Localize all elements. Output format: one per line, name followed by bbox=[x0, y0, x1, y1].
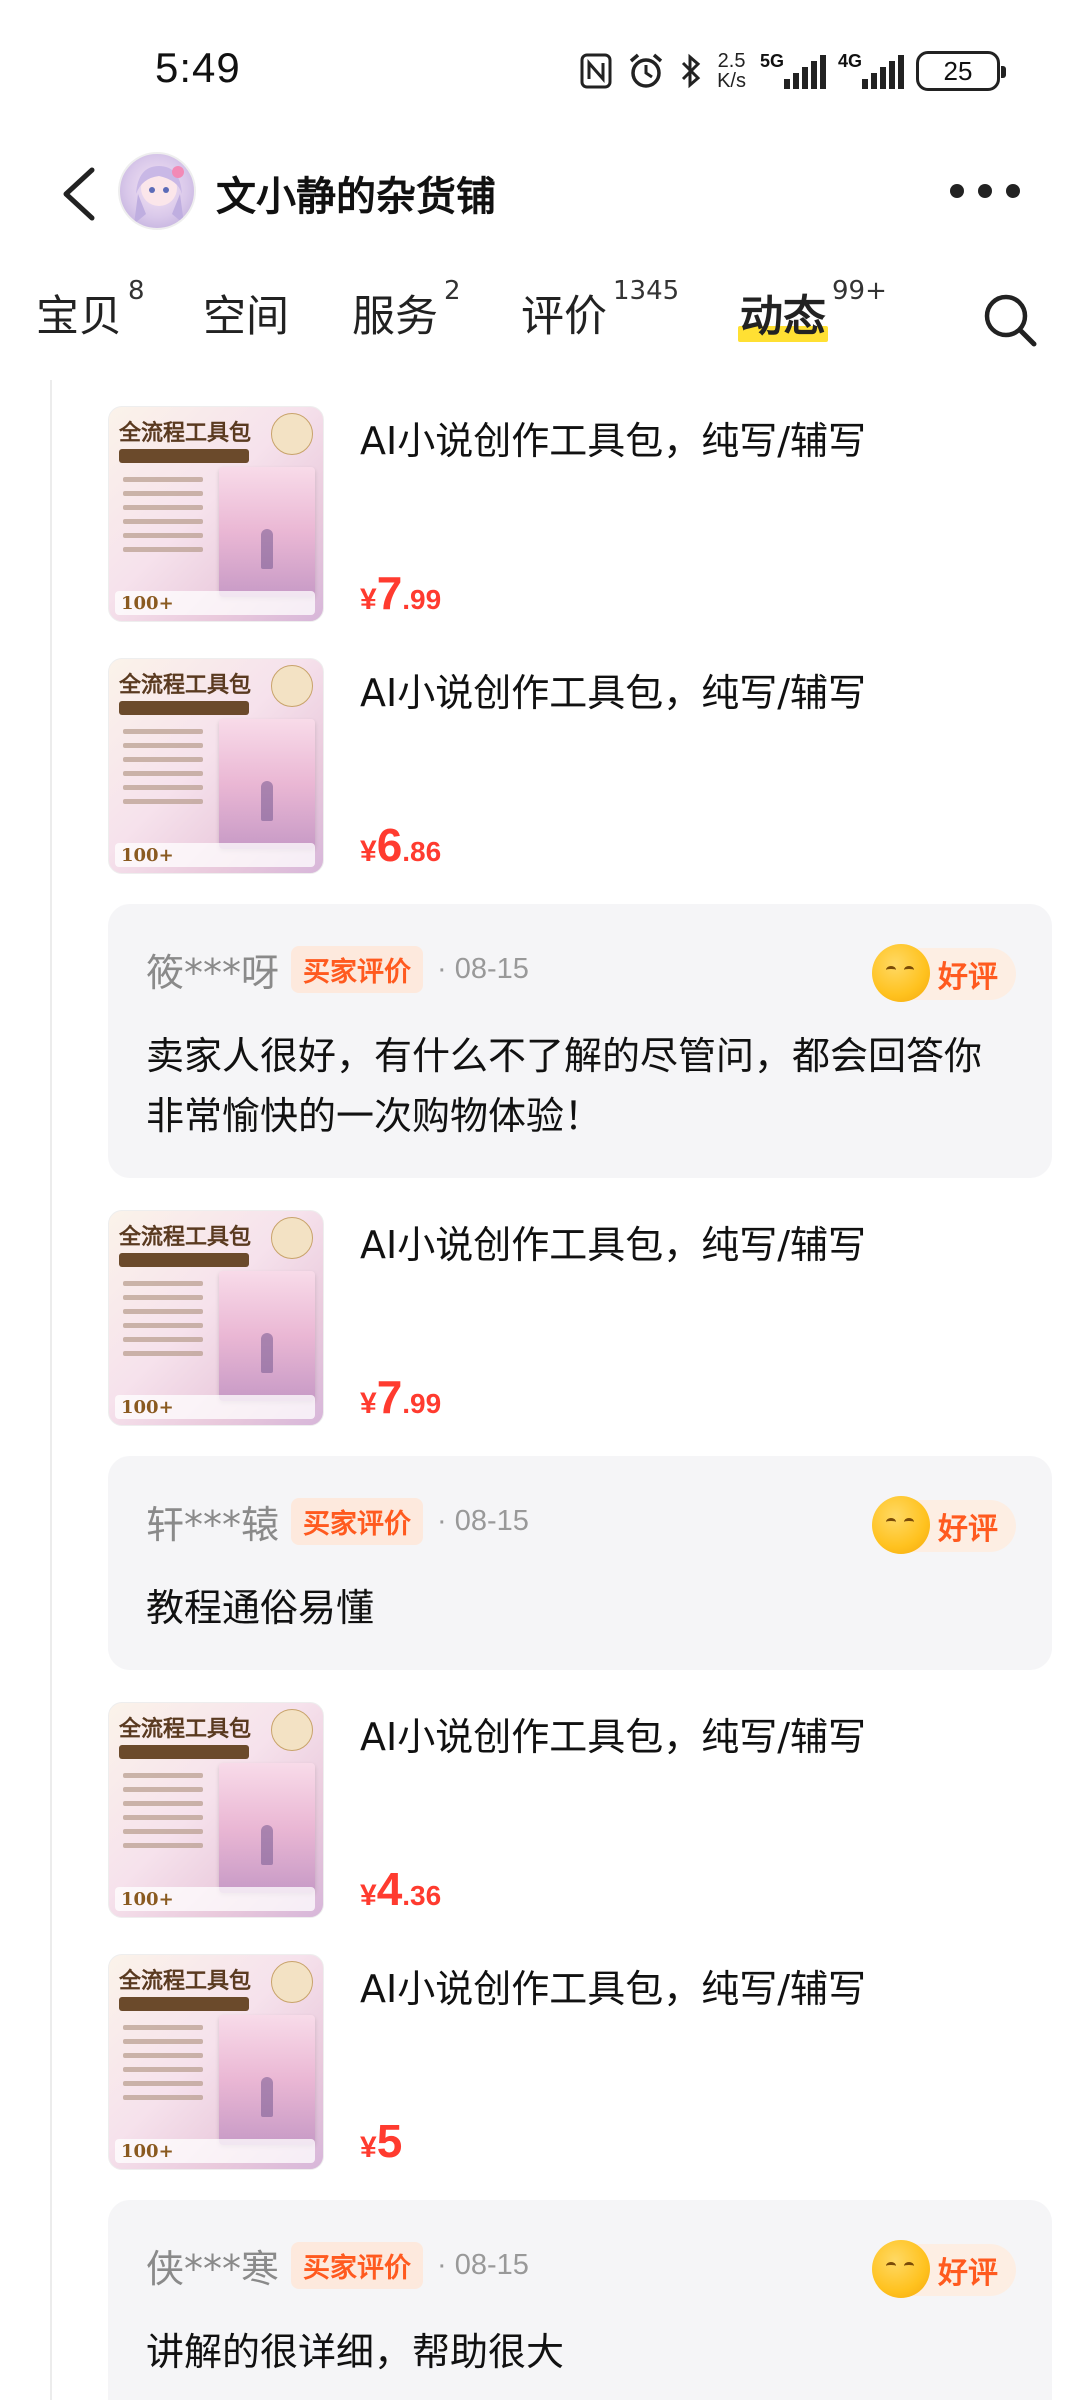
review-username: 侠***寒 bbox=[146, 2246, 280, 2291]
tab-count: 99+ bbox=[832, 276, 887, 306]
book-cover-illustration bbox=[219, 719, 315, 849]
tab-count: 8 bbox=[128, 276, 145, 306]
battery-icon: 25 bbox=[916, 51, 1006, 91]
rating-badge: 好评 bbox=[872, 2240, 1016, 2298]
book-cover-illustration bbox=[219, 1271, 315, 1401]
product-title[interactable]: AI小说创作工具包，纯写/辅写 bbox=[360, 662, 866, 717]
badge-seal-icon bbox=[271, 413, 313, 455]
dot-icon bbox=[950, 184, 964, 198]
product-card[interactable]: 全流程工具包 100+ AI小说创作工具包，纯写/辅写 ¥5 bbox=[108, 1954, 1048, 2172]
product-price: ¥7.99 bbox=[360, 567, 442, 619]
rating-badge: 好评 bbox=[872, 944, 1016, 1002]
tab-service[interactable]: 服务2 bbox=[352, 276, 461, 344]
signal-5g-icon: 5G bbox=[760, 51, 826, 91]
book-cover-illustration bbox=[219, 467, 315, 597]
product-thumbnail[interactable]: 全流程工具包 100+ bbox=[108, 1210, 324, 1426]
badge-seal-icon bbox=[271, 1961, 313, 2003]
product-title[interactable]: AI小说创作工具包，纯写/辅写 bbox=[360, 410, 866, 465]
review-card[interactable]: 轩***辕 买家评价 · 08-15 好评 教程通俗易懂 bbox=[108, 1456, 1052, 1670]
dot-icon bbox=[978, 184, 992, 198]
product-price: ¥4.36 bbox=[360, 1863, 442, 1915]
tab-dynamics[interactable]: 动态99+ bbox=[738, 276, 887, 344]
review-card[interactable]: 侠***寒 买家评价 · 08-15 好评 讲解的很详细，帮助很大 bbox=[108, 2200, 1052, 2400]
more-options-button[interactable] bbox=[950, 176, 1020, 206]
product-price: ¥6.86 bbox=[360, 819, 442, 871]
tab-space[interactable]: 空间 bbox=[203, 282, 289, 344]
search-icon bbox=[984, 294, 1037, 347]
rating-badge: 好评 bbox=[872, 1496, 1016, 1554]
review-header: 轩***辕 买家评价 · 08-15 bbox=[146, 1496, 529, 1547]
smile-emoji-icon bbox=[872, 944, 930, 1002]
review-header: 侠***寒 买家评价 · 08-15 bbox=[146, 2240, 529, 2291]
badge-seal-icon bbox=[271, 665, 313, 707]
book-cover-illustration bbox=[219, 2015, 315, 2145]
product-card[interactable]: 全流程工具包 100+ AI小说创作工具包，纯写/辅写 ¥7.99 bbox=[108, 1210, 1048, 1428]
product-price: ¥7.99 bbox=[360, 1371, 442, 1423]
review-date: · 08-15 bbox=[437, 952, 529, 985]
product-card[interactable]: 全流程工具包 100+ AI小说创作工具包，纯写/辅写 ¥6.86 bbox=[108, 658, 1048, 876]
back-button[interactable] bbox=[52, 162, 112, 226]
avatar-illustration bbox=[134, 166, 184, 224]
product-title[interactable]: AI小说创作工具包，纯写/辅写 bbox=[360, 1958, 866, 2013]
buyer-review-tag: 买家评价 bbox=[291, 2241, 424, 2289]
product-thumbnail[interactable]: 全流程工具包 100+ bbox=[108, 658, 324, 874]
tab-count: 1345 bbox=[613, 276, 680, 306]
smile-emoji-icon bbox=[872, 1496, 930, 1554]
review-username: 筱***呀 bbox=[146, 950, 280, 995]
review-date: · 08-15 bbox=[437, 1504, 529, 1537]
buyer-review-tag: 买家评价 bbox=[291, 945, 424, 993]
search-button[interactable] bbox=[980, 290, 1040, 350]
review-card[interactable]: 筱***呀 买家评价 · 08-15 好评 卖家人很好，有什么不了解的尽管问，都… bbox=[108, 904, 1052, 1178]
smile-emoji-icon bbox=[872, 2240, 930, 2298]
chevron-left-icon bbox=[63, 167, 95, 221]
tab-reviews[interactable]: 评价1345 bbox=[521, 276, 679, 344]
status-icons: 2.5 K/s 5G 4G 25 bbox=[579, 48, 1006, 94]
tab-baobei[interactable]: 宝贝8 bbox=[36, 276, 145, 344]
product-card[interactable]: 全流程工具包 100+ AI小说创作工具包，纯写/辅写 ¥7.99 bbox=[108, 406, 1048, 624]
review-text: 卖家人很好，有什么不了解的尽管问，都会回答你 非常愉快的一次购物体验！ bbox=[146, 1034, 983, 1138]
badge-seal-icon bbox=[271, 1217, 313, 1259]
shop-tabs: 宝贝8 空间 服务2 评价1345 动态99+ bbox=[0, 270, 1080, 370]
product-title[interactable]: AI小说创作工具包，纯写/辅写 bbox=[360, 1706, 866, 1761]
review-header: 筱***呀 买家评价 · 08-15 bbox=[146, 944, 529, 995]
review-username: 轩***辕 bbox=[146, 1502, 280, 1547]
review-text: 教程通俗易懂 bbox=[146, 1586, 375, 1630]
product-card[interactable]: 全流程工具包 100+ AI小说创作工具包，纯写/辅写 ¥4.36 bbox=[108, 1702, 1048, 1920]
product-thumbnail[interactable]: 全流程工具包 100+ bbox=[108, 1702, 324, 1918]
alarm-icon bbox=[629, 53, 663, 88]
product-price: ¥5 bbox=[360, 2115, 403, 2167]
tab-count: 2 bbox=[444, 276, 461, 306]
product-title[interactable]: AI小说创作工具包，纯写/辅写 bbox=[360, 1214, 866, 1269]
status-time: 5:49 bbox=[155, 44, 241, 91]
bluetooth-icon bbox=[682, 53, 701, 89]
shop-avatar[interactable] bbox=[118, 152, 196, 230]
signal-4g-icon: 4G bbox=[838, 51, 904, 91]
product-thumbnail[interactable]: 全流程工具包 100+ bbox=[108, 1954, 324, 2170]
net-speed: 2.5 K/s bbox=[717, 50, 746, 92]
badge-seal-icon bbox=[271, 1709, 313, 1751]
review-text: 讲解的很详细，帮助很大 bbox=[146, 2330, 565, 2374]
dot-icon bbox=[1006, 184, 1020, 198]
nfc-icon bbox=[580, 53, 612, 89]
status-bar: 5:49 2.5 K/s 5G 4G 25 bbox=[0, 0, 1080, 140]
buyer-review-tag: 买家评价 bbox=[291, 1497, 424, 1545]
timeline-line bbox=[50, 380, 52, 2400]
book-cover-illustration bbox=[219, 1763, 315, 1893]
shop-header: 文小静的杂货铺 bbox=[0, 140, 1080, 250]
review-date: · 08-15 bbox=[437, 2248, 529, 2281]
product-thumbnail[interactable]: 全流程工具包 100+ bbox=[108, 406, 324, 622]
shop-title[interactable]: 文小静的杂货铺 bbox=[216, 164, 496, 222]
